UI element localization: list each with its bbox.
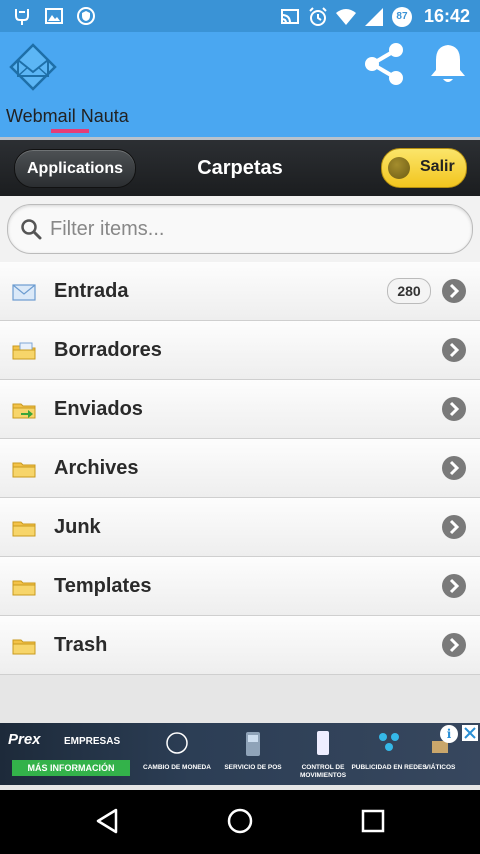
folder-row-archives[interactable]: Archives — [0, 439, 480, 498]
folder-list: Entrada 280 Borradores Enviados Archives… — [0, 262, 480, 675]
folder-icon — [12, 580, 36, 596]
folder-row-borradores[interactable]: Borradores — [0, 321, 480, 380]
drafts-folder-icon — [12, 342, 36, 360]
cast-icon — [280, 8, 299, 24]
folder-row-enviados[interactable]: Enviados — [0, 380, 480, 439]
close-icon[interactable] — [462, 725, 478, 741]
folder-row-junk[interactable]: Junk — [0, 498, 480, 557]
chevron-right-icon[interactable] — [442, 633, 466, 657]
app-header: Webmail Nauta — [0, 32, 480, 138]
ad-banner[interactable]: Prex EMPRESAS MÁS INFORMACIÓN CAMBIO DE … — [0, 723, 480, 785]
bell-icon[interactable] — [428, 42, 468, 86]
folder-label: Templates — [54, 575, 152, 597]
chevron-right-icon[interactable] — [442, 456, 466, 480]
chevron-right-icon[interactable] — [442, 574, 466, 598]
wifi-icon — [335, 8, 356, 25]
folder-row-entrada[interactable]: Entrada 280 — [0, 262, 480, 321]
ad-cta-button[interactable]: MÁS INFORMACIÓN — [12, 760, 130, 776]
chevron-right-icon[interactable] — [442, 279, 466, 303]
navigation-bar — [0, 790, 480, 854]
shield-icon — [77, 7, 95, 25]
folder-label: Archives — [54, 457, 139, 479]
image-icon — [45, 8, 63, 24]
folder-icon — [12, 639, 36, 655]
folder-label: Junk — [54, 516, 101, 538]
inbox-envelope-icon — [12, 284, 36, 301]
usb-debug-icon — [15, 9, 29, 25]
folder-label: Entrada — [54, 280, 129, 302]
ad-item: CAMBIO DE MONEDA — [138, 729, 216, 781]
phone-icon — [317, 731, 329, 755]
home-icon[interactable] — [225, 806, 255, 836]
toggle-knob-icon — [388, 157, 410, 179]
folder-row-trash[interactable]: Trash — [0, 616, 480, 675]
toolbar: Applications Carpetas Salir — [0, 140, 480, 196]
status-bar: 87 16:42 — [0, 0, 480, 32]
ad-item: SERVICIO DE POS — [214, 729, 292, 781]
chevron-right-icon[interactable] — [442, 338, 466, 362]
ad-info-icon[interactable]: i — [440, 725, 458, 743]
envelope-logo-icon[interactable] — [8, 42, 58, 92]
clock: 16:42 — [423, 6, 470, 26]
applications-button[interactable]: Applications — [14, 149, 136, 188]
battery-icon: 87 — [391, 6, 412, 27]
ad-brand-sub: EMPRESAS — [64, 736, 121, 747]
currency-icon — [166, 732, 188, 754]
active-tab-indicator — [51, 129, 89, 133]
filter-box[interactable] — [7, 204, 473, 254]
folder-icon — [12, 521, 36, 537]
alarm-icon — [309, 6, 327, 26]
app-title: Webmail Nauta — [6, 106, 129, 126]
folder-label: Trash — [54, 634, 108, 656]
social-network-icon — [379, 733, 399, 751]
filter-bar — [0, 196, 480, 263]
folder-label: Borradores — [54, 339, 162, 361]
folder-label: Enviados — [54, 398, 143, 420]
ad-brand: Prex — [8, 731, 41, 748]
signal-icon — [364, 7, 383, 26]
folder-icon — [12, 462, 36, 478]
chevron-right-icon[interactable] — [442, 515, 466, 539]
chevron-right-icon[interactable] — [442, 397, 466, 421]
logout-label: Salir — [420, 158, 455, 175]
recents-icon[interactable] — [358, 806, 388, 836]
share-icon[interactable] — [360, 40, 408, 88]
pos-terminal-icon — [246, 732, 260, 756]
search-icon — [21, 219, 42, 240]
unread-count-badge: 280 — [387, 278, 431, 304]
back-icon[interactable] — [92, 806, 122, 836]
logout-button[interactable]: Salir — [381, 148, 467, 188]
sent-folder-icon — [12, 403, 36, 419]
filter-input[interactable] — [48, 211, 462, 247]
folder-row-templates[interactable]: Templates — [0, 557, 480, 616]
